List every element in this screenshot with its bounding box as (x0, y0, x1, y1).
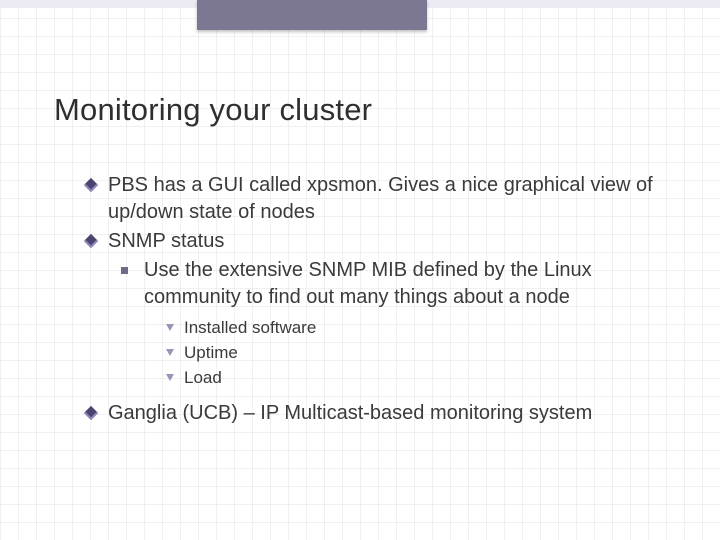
list-item: Ganglia (UCB) – IP Multicast-based monit… (86, 400, 666, 427)
bullet-text: PBS has a GUI called xpsmon. Gives a nic… (108, 174, 653, 223)
list-item: Uptime (162, 342, 666, 365)
bullet-list: PBS has a GUI called xpsmon. Gives a nic… (86, 172, 666, 427)
slide-title: Monitoring your cluster (54, 92, 372, 128)
bullet-text: Ganglia (UCB) – IP Multicast-based monit… (108, 402, 592, 424)
list-item: Use the extensive SNMP MIB defined by th… (116, 257, 666, 390)
bullet-text: SNMP status (108, 230, 224, 252)
bullet-text: Uptime (184, 343, 238, 362)
sub-sub-list: Installed software Uptime Load (162, 317, 666, 390)
list-item: SNMP status Use the extensive SNMP MIB d… (86, 228, 666, 398)
bullet-text: Load (184, 368, 222, 387)
slide: Monitoring your cluster PBS has a GUI ca… (0, 0, 720, 540)
title-accent-bar (197, 0, 427, 30)
bullet-text: Use the extensive SNMP MIB defined by th… (144, 259, 592, 308)
list-item: PBS has a GUI called xpsmon. Gives a nic… (86, 172, 666, 226)
list-item: Load (162, 367, 666, 390)
list-item: Installed software (162, 317, 666, 340)
slide-body: PBS has a GUI called xpsmon. Gives a nic… (86, 172, 666, 429)
sub-list: Use the extensive SNMP MIB defined by th… (116, 257, 666, 390)
bullet-text: Installed software (184, 318, 316, 337)
